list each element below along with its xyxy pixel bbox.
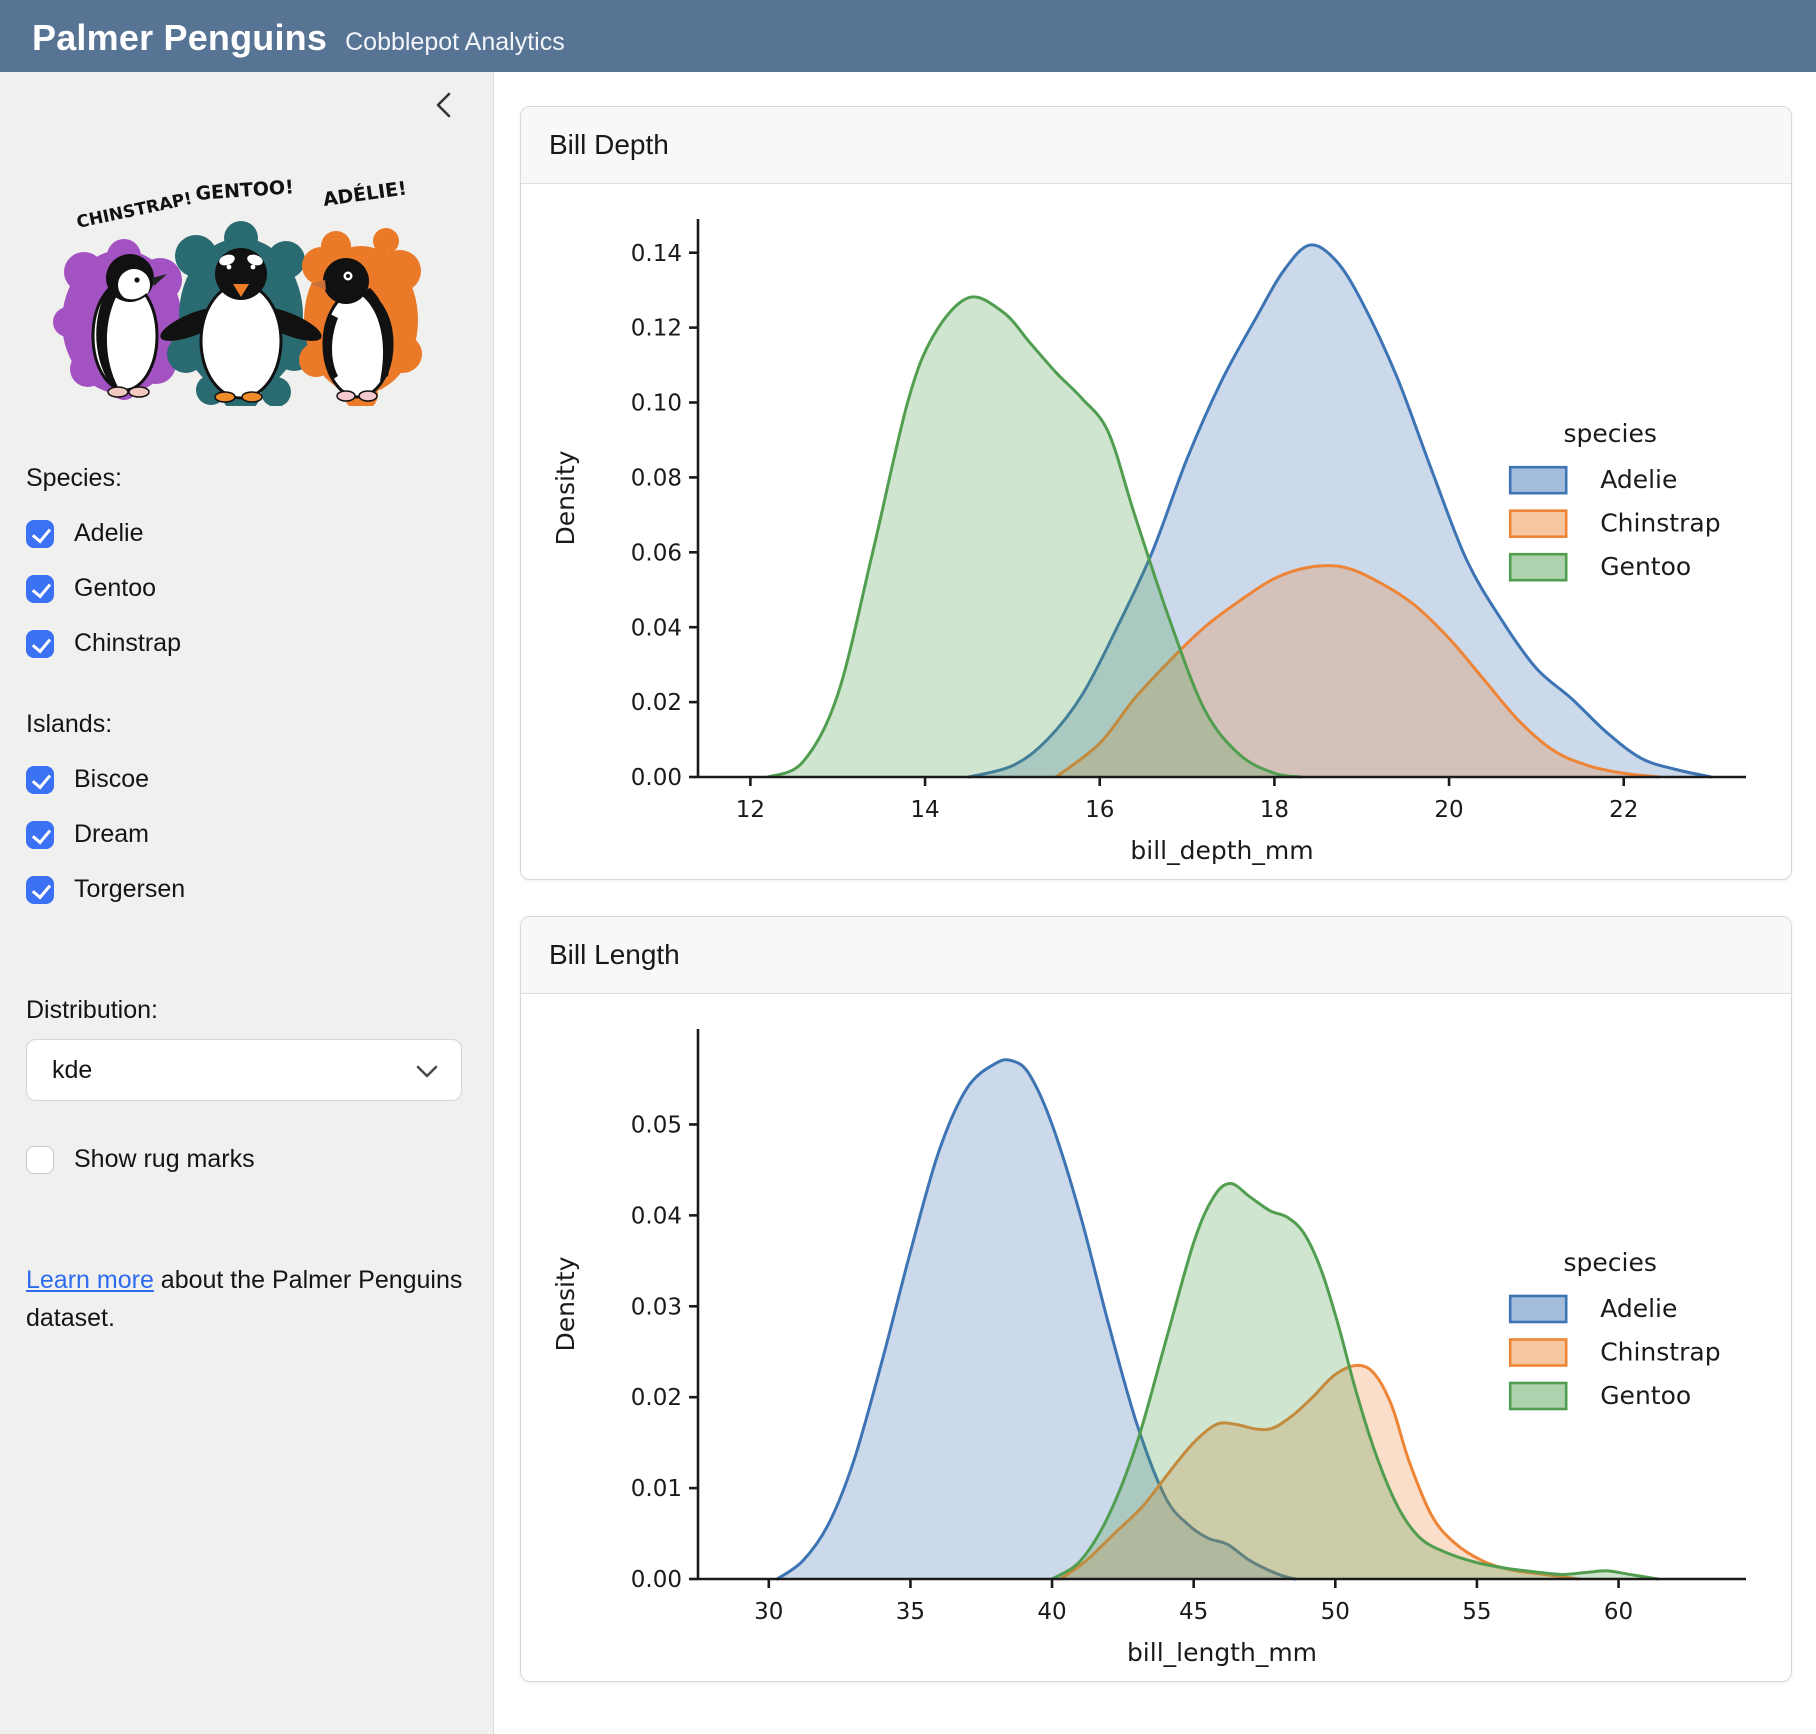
legend-label-Gentoo: Gentoo <box>1600 1381 1691 1410</box>
svg-text:0.05: 0.05 <box>631 1113 682 1139</box>
island-checkbox-biscoe[interactable] <box>26 766 54 794</box>
distribution-label: Distribution: <box>26 996 467 1025</box>
chevron-left-icon <box>429 89 459 121</box>
legend-label-Gentoo: Gentoo <box>1600 552 1691 581</box>
penguins-artwork: CHINSTRAP! GENTOO! ADÉLIE! <box>28 154 462 406</box>
island-option-biscoe: Biscoe <box>26 765 467 794</box>
artwork-label-chinstrap: CHINSTRAP! <box>75 189 194 233</box>
x-axis-label: bill_length_mm <box>1127 1638 1317 1667</box>
y-axis-label: Density <box>551 450 580 545</box>
svg-text:60: 60 <box>1604 1599 1633 1625</box>
svg-text:0.06: 0.06 <box>631 540 682 566</box>
legend: species Adelie Chinstrap Gentoo <box>1510 419 1720 581</box>
species-option-adelie: Adelie <box>26 519 467 548</box>
species-checkbox-chinstrap[interactable] <box>26 630 54 658</box>
svg-text:0.14: 0.14 <box>631 241 682 267</box>
svg-text:50: 50 <box>1321 1599 1350 1625</box>
island-option-torgersen: Torgersen <box>26 875 467 904</box>
species-checkbox-adelie-label[interactable]: Adelie <box>74 519 144 548</box>
legend-label-Adelie: Adelie <box>1600 1294 1677 1323</box>
svg-text:22: 22 <box>1609 797 1638 823</box>
bill-length-card-body: 0.00 0.01 0.02 0.03 0.04 0.05 30 35 40 45 50 55 60 bi… <box>521 994 1791 1681</box>
app-subtitle: Cobblepot Analytics <box>345 28 565 57</box>
svg-text:55: 55 <box>1462 1599 1491 1625</box>
svg-text:40: 40 <box>1037 1599 1066 1625</box>
legend-label-Chinstrap: Chinstrap <box>1600 1338 1720 1367</box>
island-option-dream: Dream <box>26 820 467 849</box>
legend-label-Chinstrap: Chinstrap <box>1600 509 1720 538</box>
svg-text:14: 14 <box>910 797 939 823</box>
island-checkbox-torgersen-label[interactable]: Torgersen <box>74 875 185 904</box>
legend-title: species <box>1564 419 1657 448</box>
legend-title: species <box>1564 1248 1657 1277</box>
svg-text:0.02: 0.02 <box>631 1385 682 1411</box>
main-content: Bill Depth 0.000.020.040.060.080.100.120… <box>494 72 1816 1734</box>
svg-text:45: 45 <box>1179 1599 1208 1625</box>
bill-depth-card: Bill Depth 0.000.020.040.060.080.100.120… <box>520 106 1792 880</box>
distribution-group: Distribution: kde <box>26 996 467 1101</box>
rug-checkbox[interactable] <box>26 1146 54 1174</box>
svg-text:0.03: 0.03 <box>631 1294 682 1320</box>
svg-text:0.08: 0.08 <box>631 465 682 491</box>
app-title: Palmer Penguins <box>32 17 327 59</box>
svg-text:0.00: 0.00 <box>631 1567 682 1593</box>
svg-text:0.00: 0.00 <box>631 765 682 791</box>
bill-length-card-title: Bill Length <box>521 917 1791 994</box>
y-axis: 0.00 0.02 0.04 0.06 0.08 0.10 0.12 0.14 <box>631 241 698 791</box>
island-checkbox-biscoe-label[interactable]: Biscoe <box>74 765 149 794</box>
species-option-gentoo: Gentoo <box>26 574 467 603</box>
svg-text:0.12: 0.12 <box>631 316 682 342</box>
svg-text:30: 30 <box>754 1599 783 1625</box>
svg-text:0.01: 0.01 <box>631 1476 682 1502</box>
bill-depth-card-title: Bill Depth <box>521 107 1791 184</box>
legend-label-Adelie: Adelie <box>1600 465 1677 494</box>
bill-depth-card-body: 0.00 0.02 0.04 0.06 0.08 0.10 0.12 0.14 12 14 16 18… <box>521 184 1791 879</box>
y-axis-label: Density <box>551 1256 580 1351</box>
island-checkbox-dream[interactable] <box>26 821 54 849</box>
species-checkbox-gentoo[interactable] <box>26 575 54 603</box>
species-filter-group: Species: Adelie Gentoo Chinstrap <box>26 464 467 658</box>
svg-text:0.02: 0.02 <box>631 690 682 716</box>
rug-group: Show rug marks <box>26 1145 467 1174</box>
y-axis: 0.00 0.01 0.02 0.03 0.04 0.05 <box>631 1113 698 1594</box>
species-option-chinstrap: Chinstrap <box>26 629 467 658</box>
bill-length-card: Bill Length 0.00 0.01 0.02 0.03 0.04 0.05 30 35… <box>520 916 1792 1682</box>
legend: species Adelie Chinstrap Gentoo <box>1510 1248 1720 1410</box>
sidebar-footer: Learn more about the Palmer Penguins dat… <box>26 1262 466 1337</box>
x-axis: 12 14 16 18 20 22 <box>736 777 1639 823</box>
bill-length-plot: 0.00 0.01 0.02 0.03 0.04 0.05 30 35 40 45 50 55 60 bi… <box>530 1003 1782 1675</box>
svg-text:18: 18 <box>1260 797 1289 823</box>
artwork-label-gentoo: GENTOO! <box>195 176 295 205</box>
species-checkbox-gentoo-label[interactable]: Gentoo <box>74 574 156 603</box>
species-checkbox-chinstrap-label[interactable]: Chinstrap <box>74 629 181 658</box>
species-label: Species: <box>26 464 467 493</box>
svg-text:35: 35 <box>896 1599 925 1625</box>
svg-text:0.04: 0.04 <box>631 615 682 641</box>
islands-filter-group: Islands: Biscoe Dream Torgersen <box>26 710 467 904</box>
svg-text:20: 20 <box>1434 797 1463 823</box>
learn-more-link[interactable]: Learn more <box>26 1266 154 1294</box>
bill-depth-plot: 0.00 0.02 0.04 0.06 0.08 0.10 0.12 0.14 12 14 16 18… <box>530 193 1782 873</box>
svg-text:16: 16 <box>1085 797 1114 823</box>
island-checkbox-torgersen[interactable] <box>26 876 54 904</box>
island-checkbox-dream-label[interactable]: Dream <box>74 820 149 849</box>
app-header: Palmer Penguins Cobblepot Analytics <box>0 0 1816 72</box>
svg-text:0.04: 0.04 <box>631 1203 682 1229</box>
x-axis-label: bill_depth_mm <box>1130 836 1313 865</box>
islands-label: Islands: <box>26 710 467 739</box>
sidebar: CHINSTRAP! GENTOO! ADÉLIE! Species: Adel… <box>0 72 494 1734</box>
distribution-select[interactable]: kde <box>26 1039 462 1101</box>
svg-text:12: 12 <box>736 797 765 823</box>
svg-text:0.10: 0.10 <box>631 391 682 417</box>
sidebar-collapse-button[interactable] <box>427 88 461 122</box>
artwork-label-adelie: ADÉLIE! <box>321 176 408 211</box>
rug-checkbox-label[interactable]: Show rug marks <box>74 1145 255 1174</box>
species-checkbox-adelie[interactable] <box>26 520 54 548</box>
x-axis: 30 35 40 45 50 55 60 <box>754 1579 1633 1625</box>
